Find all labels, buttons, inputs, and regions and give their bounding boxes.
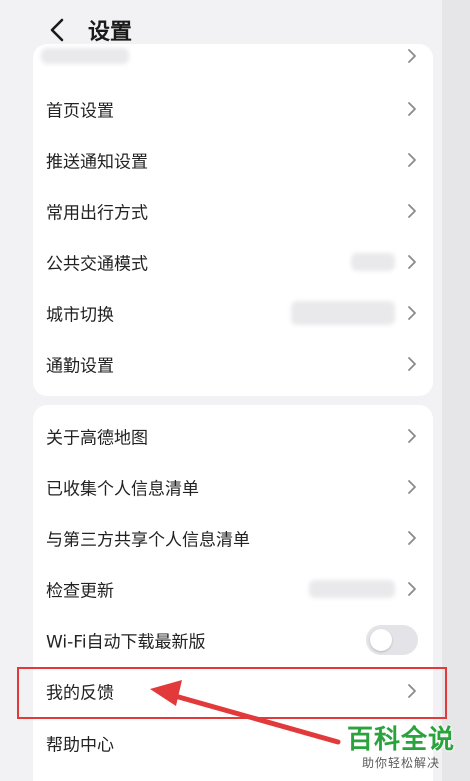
watermark-subtitle: 助你轻松解决 <box>361 756 440 770</box>
red-pointer-arrow <box>150 680 341 745</box>
watermark: 百科全说 助你轻松解决 <box>346 719 456 771</box>
watermark-title: 百科全说 <box>346 725 455 755</box>
